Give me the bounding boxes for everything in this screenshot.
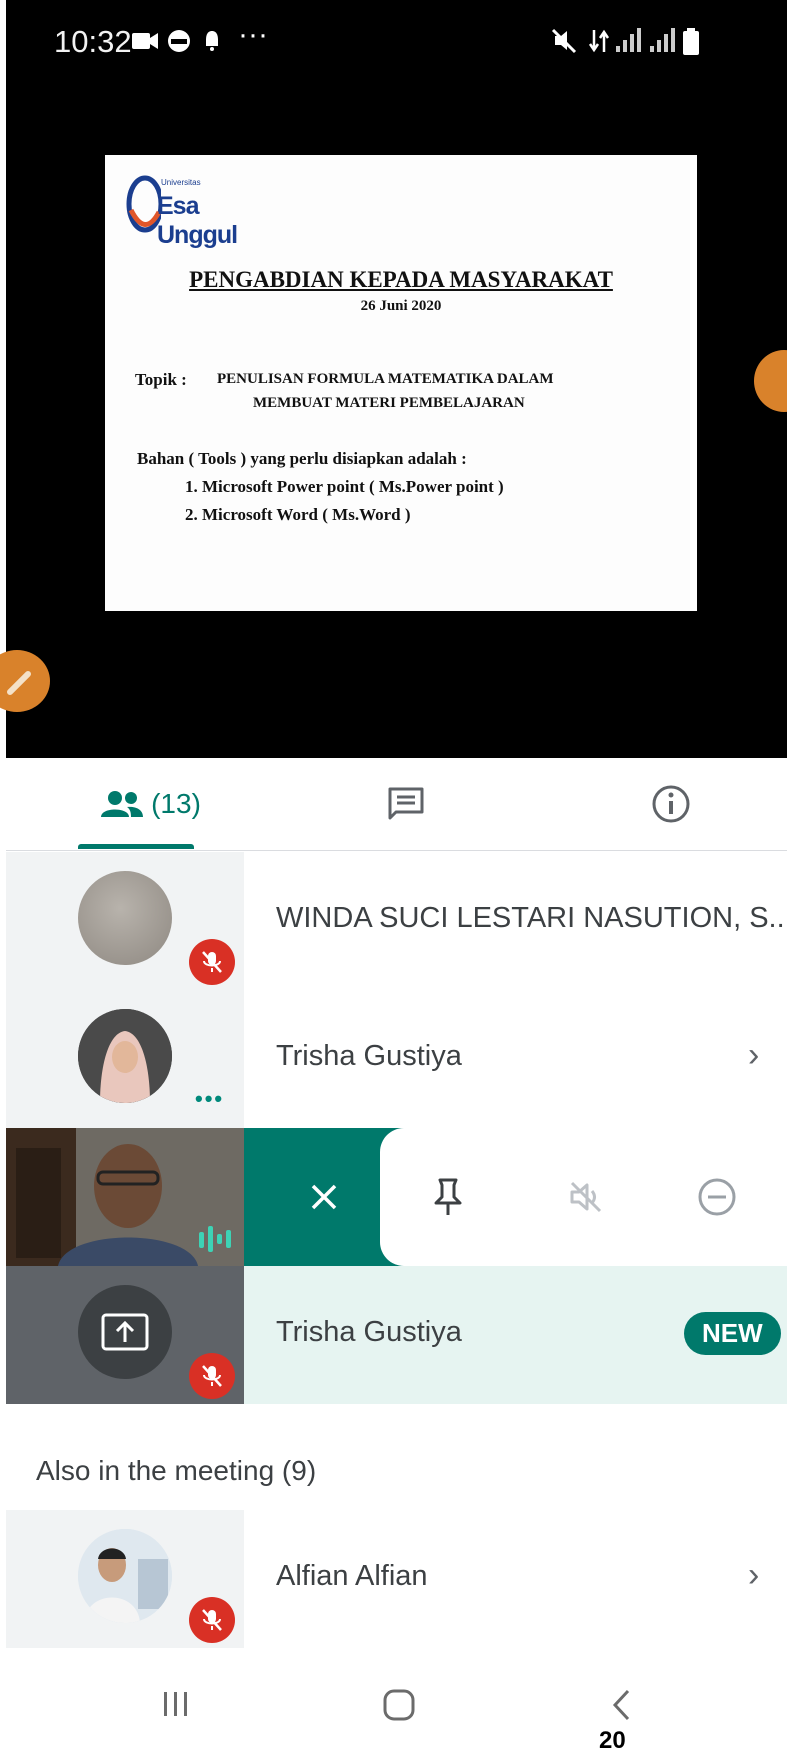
participant-row-expanded[interactable] (6, 1128, 787, 1266)
topic-line-2: MEMBUAT MATERI PEMBELAJARAN (253, 395, 525, 411)
volume-off-icon (570, 1181, 602, 1213)
tab-people[interactable]: (13) (56, 758, 246, 850)
person-photo (78, 1009, 172, 1103)
mute-participant-button[interactable] (546, 1128, 626, 1266)
avatar (78, 1529, 172, 1623)
system-nav-bar (6, 1660, 787, 1758)
logo-text: Esa Unggul (157, 192, 238, 249)
people-icon (101, 791, 144, 817)
participant-tile (6, 1510, 244, 1648)
page-number: 20 (599, 1727, 626, 1754)
notification-bell-icon (206, 31, 218, 51)
participant-row[interactable]: Alfian Alfian › (6, 1510, 787, 1648)
mic-off-icon (202, 1365, 222, 1387)
video-call-icon (132, 33, 158, 49)
topic-line-1: PENULISAN FORMULA MATEMATIKA DALAM (217, 371, 554, 387)
chevron-right-icon[interactable]: › (748, 1036, 759, 1075)
close-icon (311, 1184, 337, 1210)
pen-icon (7, 671, 31, 695)
person-photo (78, 1529, 172, 1623)
audio-level-icon (199, 1226, 231, 1252)
topic-label: Topik : (135, 370, 187, 389)
active-tab-indicator (78, 844, 194, 849)
signal-icon-1 (616, 28, 641, 52)
signal-icon-2 (650, 28, 675, 52)
also-in-meeting-heading: Also in the meeting (9) (36, 1455, 317, 1486)
more-notifications-icon: ··· (238, 18, 268, 51)
home-icon[interactable] (382, 1688, 416, 1722)
back-icon[interactable] (610, 1688, 632, 1722)
floating-reaction-button[interactable] (754, 350, 787, 412)
participant-name: WINDA SUCI LESTARI NASUTION, S.... (276, 902, 787, 934)
pin-button[interactable] (408, 1128, 488, 1266)
muted-mic-badge (189, 939, 235, 985)
tools-heading: Bahan ( Tools ) yang perlu disiapkan ada… (137, 449, 467, 468)
tab-info[interactable] (621, 758, 721, 850)
tab-chat[interactable] (356, 758, 456, 850)
slide-date: 26 Juni 2020 (360, 298, 442, 314)
recent-apps-icon[interactable] (161, 1688, 191, 1720)
muted-mic-badge (189, 1597, 235, 1643)
remove-participant-button[interactable] (677, 1128, 757, 1266)
avatar (78, 871, 172, 965)
participant-tile: ••• (6, 990, 244, 1128)
mute-notifications-icon (551, 28, 577, 54)
logo-swoosh-icon (126, 175, 161, 233)
meet-icon (168, 30, 190, 52)
mic-off-icon (202, 1609, 222, 1631)
participant-row[interactable]: ••• Trisha Gustiya › (6, 990, 787, 1128)
status-time: 10:32 (54, 24, 132, 59)
presentation-view[interactable]: 10:32 ··· Universitas Esa Unggul PENGABD… (0, 0, 787, 758)
close-actions-button[interactable] (284, 1128, 364, 1266)
chat-icon (388, 787, 424, 820)
info-icon (652, 785, 690, 823)
muted-mic-badge (189, 1353, 235, 1399)
status-bar: 10:32 ··· (6, 0, 787, 86)
participant-tile (6, 1266, 244, 1404)
participant-row-presenting[interactable]: Trisha Gustiya NEW (6, 1266, 787, 1404)
tool-item-1: 1. Microsoft Power point ( Ms.Power poin… (185, 477, 504, 496)
participant-actions (380, 1128, 787, 1266)
annotate-pen-button[interactable] (0, 650, 50, 712)
chevron-right-icon[interactable]: › (748, 1556, 759, 1595)
remove-circle-icon (698, 1178, 736, 1216)
new-badge: NEW (684, 1312, 781, 1355)
mic-off-icon (202, 951, 222, 973)
tool-item-2: 2. Microsoft Word ( Ms.Word ) (185, 505, 411, 524)
people-count: (13) (151, 788, 201, 819)
presentation-slide: Universitas Esa Unggul PENGABDIAN KEPADA… (105, 155, 697, 611)
esa-unggul-logo: Universitas Esa Unggul (125, 170, 245, 249)
participant-name: Trisha Gustiya (276, 1316, 462, 1348)
avatar (78, 1285, 172, 1379)
present-screen-icon (101, 1313, 149, 1351)
participant-name: Trisha Gustiya (276, 1040, 462, 1072)
data-arrows-icon (588, 29, 610, 53)
participant-tile (6, 852, 244, 990)
participant-video-tile (6, 1128, 244, 1266)
logo-small-text: Universitas (161, 178, 201, 187)
participant-row[interactable]: WINDA SUCI LESTARI NASUTION, S.... (6, 852, 787, 990)
battery-icon (683, 28, 699, 55)
pin-icon (434, 1178, 462, 1215)
avatar (78, 1009, 172, 1103)
speaking-dots-icon: ••• (195, 1086, 225, 1111)
participant-name: Alfian Alfian (276, 1560, 428, 1592)
meeting-tabs: (13) (6, 758, 787, 851)
slide-title: PENGABDIAN KEPADA MASYARAKAT (189, 267, 613, 292)
